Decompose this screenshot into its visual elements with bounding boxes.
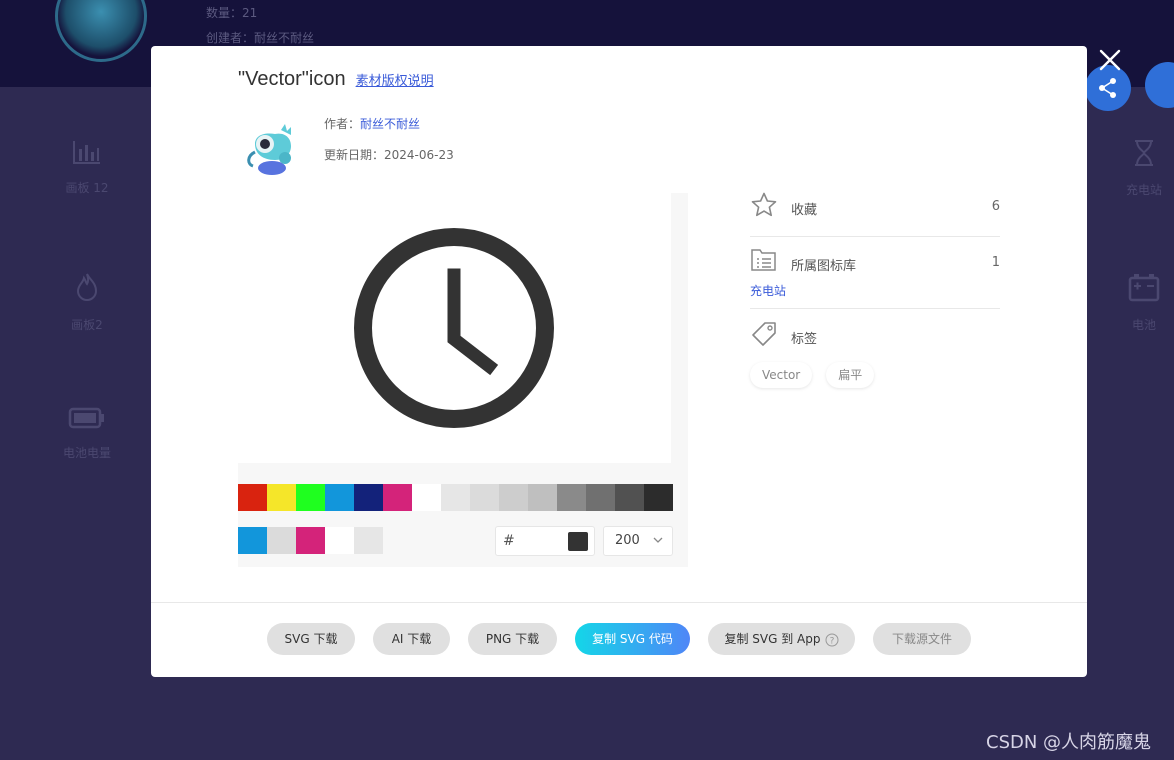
color-palette (238, 484, 673, 511)
csdn-watermark: CSDN @人肉筋魔鬼 (986, 732, 1152, 753)
icon-detail-modal: "Vector"icon 素材版权说明 作者：耐丝不耐丝 更新日期：2024-0… (151, 46, 1087, 677)
author-avatar[interactable] (241, 116, 299, 176)
chevron-down-icon (653, 537, 663, 543)
hex-color-input[interactable] (516, 531, 566, 551)
help-icon[interactable]: ? (825, 633, 839, 647)
tag-icon (752, 322, 776, 346)
footer-divider (151, 602, 1087, 603)
color-swatch[interactable] (238, 484, 267, 511)
favorite-row[interactable]: 收藏 6 (750, 191, 1000, 221)
color-swatch[interactable] (296, 527, 325, 554)
color-swatch[interactable] (354, 527, 383, 554)
color-swatch[interactable] (267, 527, 296, 554)
library-label: 所属图标库 (791, 259, 857, 274)
close-button[interactable] (1096, 46, 1124, 74)
favorite-count: 6 (991, 199, 1000, 214)
icon-info-panel: 收藏 6 所属图标库 1 充电站 标签 Vector 扁平 (750, 191, 1000, 388)
color-swatch[interactable] (499, 484, 528, 511)
tag-chip[interactable]: 扁平 (826, 362, 875, 388)
color-swatch[interactable] (325, 527, 354, 554)
icon-editor: # 200 (238, 193, 688, 567)
clock-icon (354, 228, 554, 428)
color-swatch[interactable] (325, 484, 354, 511)
library-name-link[interactable]: 充电站 (750, 284, 786, 298)
divider (750, 308, 1000, 309)
icon-size-value: 200 (615, 533, 640, 548)
tag-chip[interactable]: Vector (750, 362, 813, 388)
author-label: 作者： (324, 117, 361, 131)
close-icon (1099, 49, 1121, 71)
color-swatch[interactable] (412, 484, 441, 511)
tags-row: 标签 (750, 320, 1000, 350)
color-swatch[interactable] (354, 484, 383, 511)
color-swatch[interactable] (238, 527, 267, 554)
svg-download-button[interactable]: SVG 下载 (267, 623, 355, 655)
library-row: 所属图标库 1 (750, 247, 1000, 277)
license-link[interactable]: 素材版权说明 (356, 70, 434, 89)
color-swatch[interactable] (586, 484, 615, 511)
author-line: 作者：耐丝不耐丝 (324, 115, 420, 132)
modal-header: "Vector"icon 素材版权说明 (238, 68, 434, 91)
svg-text:?: ? (829, 636, 834, 646)
divider (750, 236, 1000, 237)
copy-svg-to-app-label: 复制 SVG 到 App (724, 632, 821, 646)
color-swatch[interactable] (267, 484, 296, 511)
png-download-button[interactable]: PNG 下载 (468, 623, 557, 655)
color-swatch[interactable] (441, 484, 470, 511)
copy-svg-code-button[interactable]: 复制 SVG 代码 (575, 623, 690, 655)
download-source-button[interactable]: 下载源文件 (873, 623, 971, 655)
hex-hash-symbol: # (503, 533, 515, 549)
star-icon[interactable] (750, 191, 778, 219)
tag-list: Vector 扁平 (750, 362, 1000, 388)
icon-title: "Vector"icon (238, 68, 346, 90)
update-date: 更新日期：2024-06-23 (324, 148, 454, 162)
icon-preview (238, 193, 671, 463)
color-swatch[interactable] (383, 484, 412, 511)
color-swatch[interactable] (557, 484, 586, 511)
color-preview-chip[interactable] (568, 532, 588, 551)
color-swatch[interactable] (470, 484, 499, 511)
color-swatch[interactable] (644, 484, 673, 511)
color-swatch[interactable] (615, 484, 644, 511)
hex-color-field[interactable]: # (495, 526, 595, 556)
author-name-link[interactable]: 耐丝不耐丝 (360, 117, 420, 131)
icon-library-icon (751, 249, 776, 271)
favorite-label: 收藏 (791, 203, 818, 218)
color-swatch[interactable] (528, 484, 557, 511)
recent-colors (238, 527, 383, 554)
color-swatch[interactable] (296, 484, 325, 511)
library-name-row: 充电站 (750, 280, 1000, 299)
icon-size-select[interactable]: 200 (603, 526, 673, 556)
copy-svg-to-app-button[interactable]: 复制 SVG 到 App ? (708, 623, 855, 655)
tags-label: 标签 (791, 332, 818, 347)
ai-download-button[interactable]: AI 下载 (373, 623, 450, 655)
library-count: 1 (991, 255, 1000, 270)
